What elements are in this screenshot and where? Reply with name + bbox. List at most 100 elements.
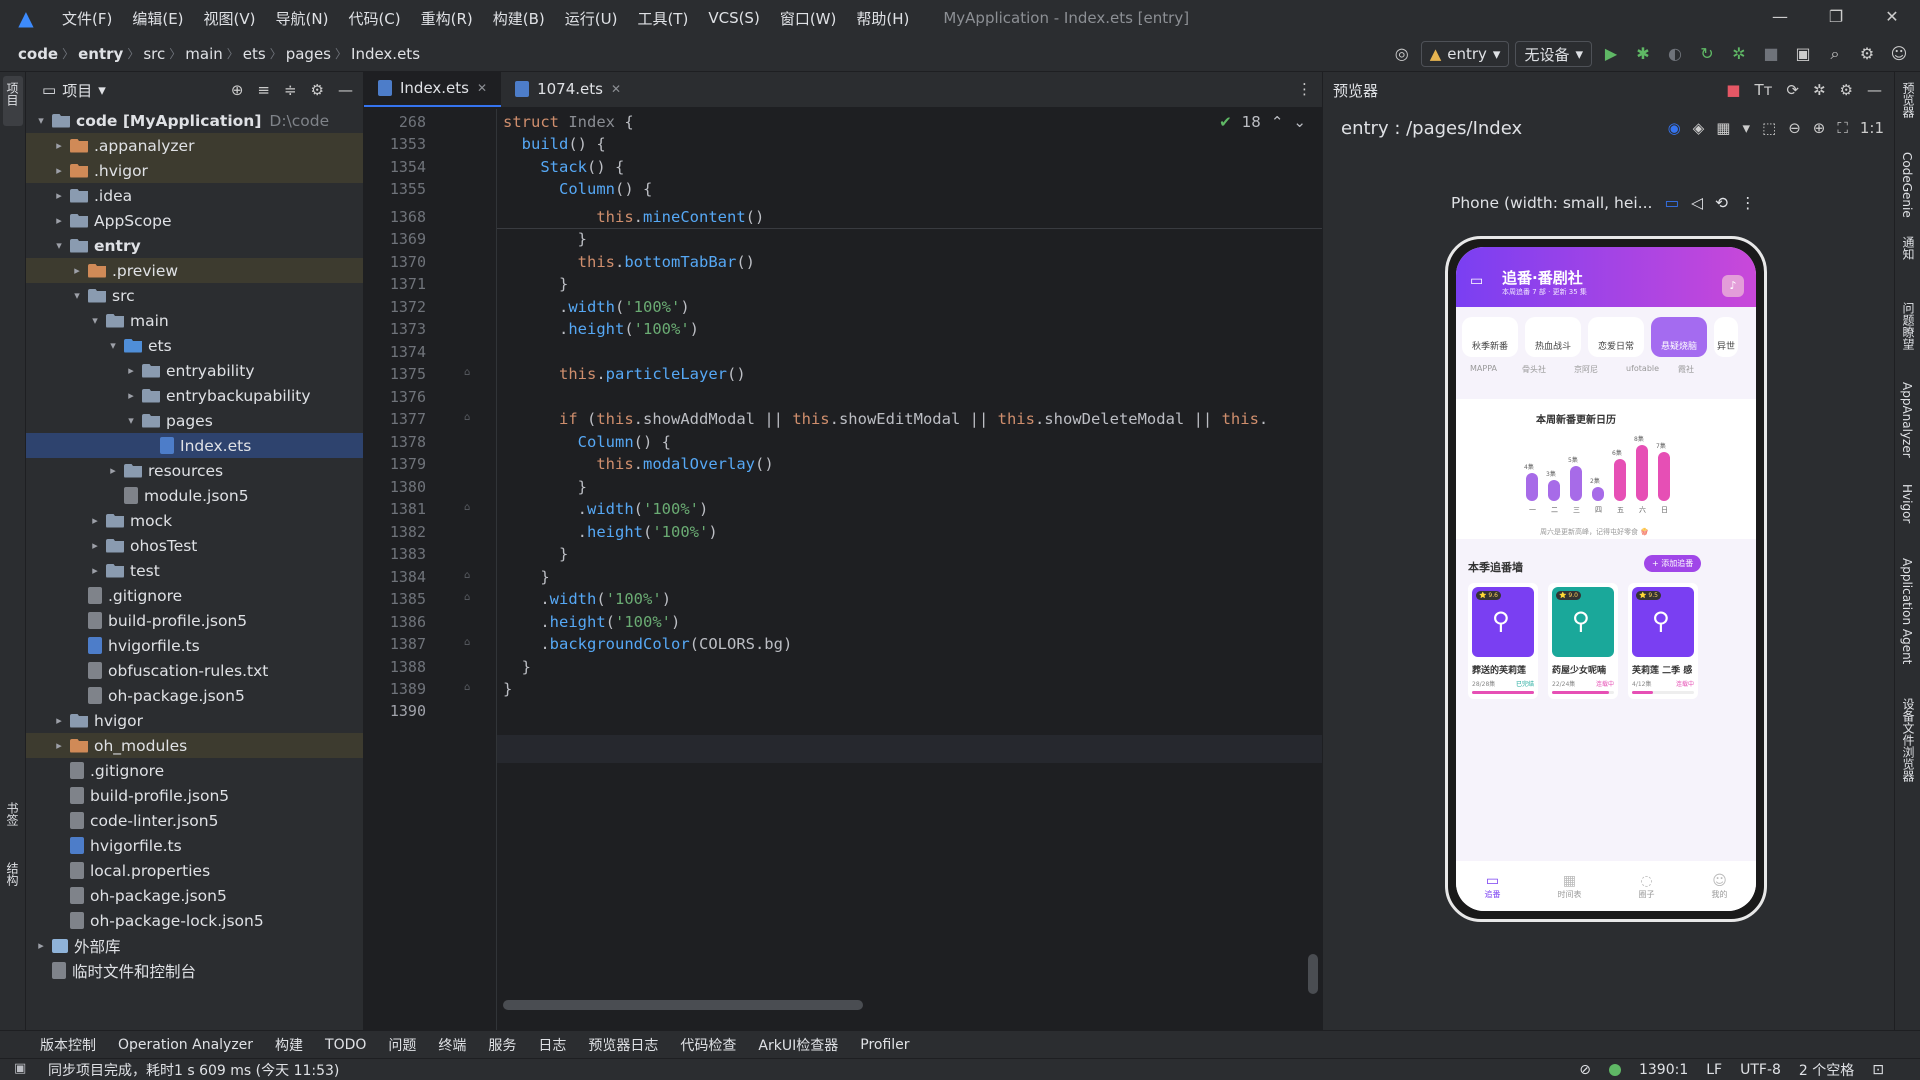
tree-item[interactable]: hvigorfile.ts: [26, 833, 363, 858]
collapse-all-icon[interactable]: ≑: [284, 81, 297, 99]
eye-icon[interactable]: ◉: [1668, 119, 1681, 137]
tab-Index-ets[interactable]: Index.ets ✕: [364, 71, 502, 107]
category-chip[interactable]: 秋季新番: [1462, 317, 1518, 357]
tree-item[interactable]: 临时文件和控制台: [26, 958, 363, 983]
tool-window-2[interactable]: 构建: [275, 1035, 303, 1055]
tree-item[interactable]: ▸ ohosTest: [26, 533, 363, 558]
fold-icon[interactable]: ⌂: [464, 570, 470, 581]
inspector-icon[interactable]: ✲: [1813, 81, 1826, 99]
chevron-down-icon[interactable]: ▾: [98, 81, 106, 99]
expand-all-icon[interactable]: ≡: [257, 81, 270, 99]
tree-item[interactable]: local.properties: [26, 858, 363, 883]
chevron-down-icon[interactable]: ⌄: [1293, 113, 1306, 131]
tree-item[interactable]: ▸ oh_modules: [26, 733, 363, 758]
tool-window-5[interactable]: 终端: [438, 1035, 466, 1055]
app-screen[interactable]: ▭ 追番·番剧社 本周追番 7 部 · 更新 35 集 ♪ 秋季新番 热血战斗 恋爱…: [1456, 247, 1756, 911]
right-strip-item[interactable]: Hvigor: [1900, 484, 1914, 523]
horizontal-scrollbar[interactable]: [503, 1000, 863, 1010]
font-size-icon[interactable]: Tт: [1754, 81, 1772, 99]
device-selector[interactable]: 无设备 ▾: [1515, 41, 1592, 67]
tree-item[interactable]: ▾ entry: [26, 233, 363, 258]
fit-icon[interactable]: ⬚: [1762, 119, 1776, 137]
code-area[interactable]: ✔ 18 ⌃ ⌄ struct Index { build() { Stack(…: [496, 109, 1322, 1030]
menu-item[interactable]: 视图(V): [194, 8, 266, 29]
menu-item[interactable]: 运行(U): [555, 8, 628, 29]
tree-item[interactable]: ▸ AppScope: [26, 208, 363, 233]
tab-1074-ets[interactable]: 1074.ets ✕: [501, 71, 635, 107]
fold-icon[interactable]: ⌂: [464, 637, 470, 648]
rerun-icon[interactable]: ↻: [1694, 41, 1720, 67]
app-tab[interactable]: ◌ 圈子: [1639, 873, 1655, 900]
stop-icon[interactable]: ■: [1758, 41, 1784, 67]
right-strip-item[interactable]: 设备文件浏览器: [1900, 698, 1917, 782]
close-icon[interactable]: ✕: [1864, 0, 1920, 36]
run-icon[interactable]: ▶: [1598, 41, 1624, 67]
no-power-icon[interactable]: ⊘: [1579, 1062, 1591, 1078]
close-tab-icon[interactable]: ✕: [611, 82, 621, 96]
panel-toggle-icon[interactable]: ▣: [14, 1061, 26, 1076]
tree-item[interactable]: ▸ .appanalyzer: [26, 133, 363, 158]
right-strip-item[interactable]: 问题瞭望: [1900, 302, 1917, 350]
tree-item[interactable]: ▾ pages: [26, 408, 363, 433]
tree-item[interactable]: ▸ mock: [26, 508, 363, 533]
breadcrumb-item[interactable]: code: [14, 45, 62, 63]
menu-item[interactable]: 帮助(H): [846, 8, 919, 29]
tree-item[interactable]: ▾ src: [26, 283, 363, 308]
hide-icon[interactable]: —: [1867, 81, 1882, 99]
tool-window-1[interactable]: Operation Analyzer: [118, 1037, 253, 1053]
right-strip-item[interactable]: AppAnalyzer: [1900, 382, 1914, 458]
menu-item[interactable]: 构建(B): [483, 8, 555, 29]
rotate-icon[interactable]: ⟲: [1715, 194, 1728, 212]
tree-item[interactable]: code-linter.json5: [26, 808, 363, 833]
inspection-widget[interactable]: ✔ 18 ⌃ ⌄: [1219, 113, 1306, 131]
module-selector[interactable]: ▲ entry ▾: [1420, 41, 1510, 67]
project-strip-label[interactable]: 项目: [4, 82, 21, 106]
settings-icon[interactable]: ⚙: [1854, 41, 1880, 67]
tree-item[interactable]: ▸ hvigor: [26, 708, 363, 733]
fullscreen-icon[interactable]: ⛶: [1837, 119, 1848, 137]
device-type-icon[interactable]: ▭: [1664, 194, 1679, 212]
debug-icon[interactable]: ✱: [1630, 41, 1656, 67]
right-strip-item[interactable]: 通知: [1900, 236, 1917, 260]
project-panel-title[interactable]: 项目: [62, 80, 92, 101]
tool-window-3[interactable]: TODO: [325, 1037, 366, 1053]
tree-item[interactable]: ▸ .preview: [26, 258, 363, 283]
tree-item[interactable]: oh-package.json5: [26, 683, 363, 708]
tool-window-11[interactable]: Profiler: [860, 1037, 909, 1053]
tree-item[interactable]: ▸ entrybackupability: [26, 383, 363, 408]
attach-icon[interactable]: ◐: [1662, 41, 1688, 67]
gear-icon[interactable]: ⚙: [311, 81, 324, 99]
right-strip-item[interactable]: 预览器: [1900, 82, 1917, 118]
tree-item[interactable]: obfuscation-rules.txt: [26, 658, 363, 683]
file-encoding[interactable]: UTF-8: [1740, 1062, 1781, 1078]
cursor-position[interactable]: 1390:1: [1639, 1062, 1688, 1078]
fold-icon[interactable]: ⌂: [464, 412, 470, 423]
close-tab-icon[interactable]: ✕: [477, 81, 487, 95]
profile-icon[interactable]: ✲: [1726, 41, 1752, 67]
fold-icon[interactable]: ⌂: [464, 367, 470, 378]
device-label[interactable]: Phone (width: small, hei...: [1451, 194, 1652, 212]
gear-icon[interactable]: ⚙: [1840, 81, 1853, 99]
tool-window-9[interactable]: 代码检查: [680, 1035, 736, 1055]
device-manager-icon[interactable]: ▣: [1790, 41, 1816, 67]
right-strip-item[interactable]: CodeGenie: [1900, 152, 1914, 218]
menu-item[interactable]: 导航(N): [266, 8, 339, 29]
tree-item[interactable]: ▸ 外部库: [26, 933, 363, 958]
tree-item[interactable]: ▾ code [MyApplication] D:\code: [26, 108, 363, 133]
bookmarks-strip-label[interactable]: 书签: [4, 802, 21, 826]
target-icon[interactable]: ◎: [1389, 41, 1415, 67]
more-vertical-icon[interactable]: ⋮: [1297, 80, 1312, 98]
menu-item[interactable]: 代码(C): [338, 8, 410, 29]
tree-item[interactable]: ▾ main: [26, 308, 363, 333]
account-icon[interactable]: ☺: [1886, 41, 1912, 67]
category-chip[interactable]: 热血战斗: [1525, 317, 1581, 357]
tool-window-0[interactable]: 版本控制: [40, 1035, 96, 1055]
tree-item[interactable]: build-profile.json5: [26, 783, 363, 808]
chevron-up-icon[interactable]: ⌃: [1271, 113, 1284, 131]
vertical-scrollbar[interactable]: [1308, 954, 1318, 994]
grid-icon[interactable]: ▦: [1716, 119, 1730, 137]
tree-item[interactable]: oh-package-lock.json5: [26, 908, 363, 933]
breadcrumb-item[interactable]: entry: [74, 45, 127, 63]
bell-icon[interactable]: ♪: [1722, 275, 1744, 297]
menu-item[interactable]: 重构(R): [411, 8, 483, 29]
